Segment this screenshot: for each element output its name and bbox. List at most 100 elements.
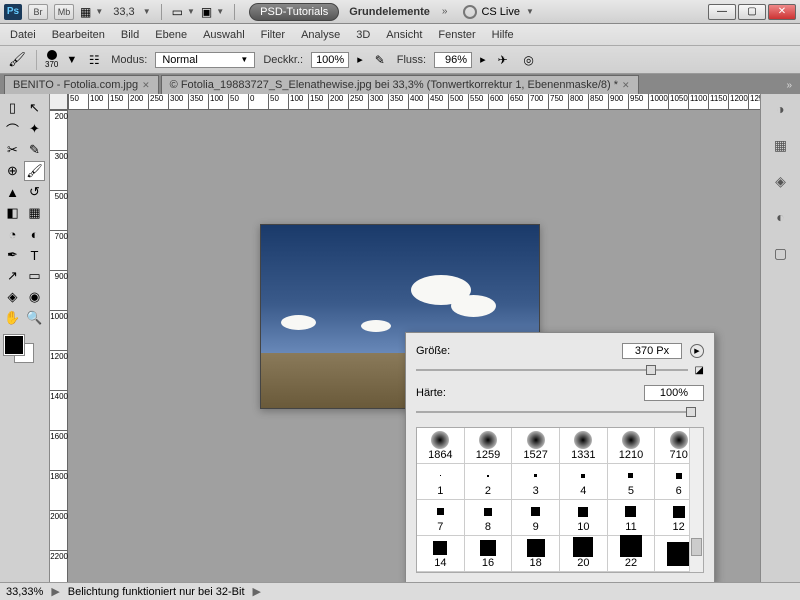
eraser-tool[interactable]: ◧ bbox=[2, 203, 23, 223]
menu-filter[interactable]: Filter bbox=[261, 29, 285, 41]
ruler-horizontal[interactable]: 5010015020025030035010050050100150200250… bbox=[68, 94, 760, 110]
minimize-button[interactable]: — bbox=[708, 4, 736, 20]
zoom-value[interactable]: 33,3 bbox=[113, 6, 134, 18]
blend-mode-dropdown[interactable]: Normal▼ bbox=[155, 52, 255, 68]
close-icon[interactable]: ✕ bbox=[142, 80, 150, 91]
eyedropper-tool[interactable]: ✎ bbox=[24, 140, 45, 160]
move-tool[interactable]: ▯ bbox=[2, 98, 23, 118]
gradient-tool[interactable]: ▦ bbox=[24, 203, 45, 223]
brush-preset[interactable]: 7 bbox=[417, 500, 465, 536]
brush-tool[interactable]: 🖌 bbox=[24, 161, 45, 181]
brush-preset[interactable]: 10 bbox=[560, 500, 608, 536]
arrange-dropdown[interactable]: ▭▼ bbox=[172, 5, 195, 19]
document-tab[interactable]: BENITO - Fotolia.com.jpg✕ bbox=[4, 75, 159, 94]
brush-preset[interactable]: 2 bbox=[465, 464, 513, 500]
crop-tool[interactable]: ✂ bbox=[2, 140, 23, 160]
masks-panel-icon[interactable]: ▢ bbox=[770, 244, 792, 262]
brush-preset[interactable]: 5 bbox=[608, 464, 656, 500]
brush-preset[interactable]: 1864 bbox=[417, 428, 465, 464]
menu-fenster[interactable]: Fenster bbox=[438, 29, 475, 41]
brush-preset[interactable]: 1210 bbox=[608, 428, 656, 464]
opacity-input[interactable]: 100% bbox=[311, 52, 349, 68]
menu-ebene[interactable]: Ebene bbox=[155, 29, 187, 41]
minibridge-button[interactable]: Mb bbox=[54, 4, 74, 20]
color-swatches[interactable] bbox=[4, 335, 46, 365]
workspace-sub[interactable]: Grundelemente bbox=[349, 6, 430, 18]
airbrush-icon[interactable]: ✈ bbox=[494, 51, 512, 69]
menu-auswahl[interactable]: Auswahl bbox=[203, 29, 245, 41]
tablet-pressure-icon[interactable]: ◎ bbox=[520, 51, 538, 69]
brush-preset[interactable]: 1331 bbox=[560, 428, 608, 464]
path-select-tool[interactable]: ↗ bbox=[2, 266, 23, 286]
cs-live[interactable]: CS Live ▼ bbox=[463, 5, 533, 19]
brush-preset[interactable]: 14 bbox=[417, 536, 465, 572]
opacity-pressure-icon[interactable]: ✎ bbox=[371, 51, 389, 69]
document-tab[interactable]: © Fotolia_19883727_S_Elenathewise.jpg be… bbox=[161, 75, 639, 94]
brush-hardness-input[interactable]: 100% bbox=[644, 385, 704, 401]
pen-tool[interactable]: ✒ bbox=[2, 245, 23, 265]
ruler-corner[interactable] bbox=[50, 94, 68, 110]
close-icon[interactable]: ✕ bbox=[622, 80, 630, 91]
brush-preset-picker[interactable]: 370 bbox=[45, 50, 58, 69]
brush-preset[interactable]: 16 bbox=[465, 536, 513, 572]
menu-hilfe[interactable]: Hilfe bbox=[492, 29, 514, 41]
lasso-tool[interactable]: ⌒ bbox=[2, 119, 23, 139]
maximize-button[interactable]: ▢ bbox=[738, 4, 766, 20]
workspace-main[interactable]: PSD-Tutorials bbox=[249, 3, 339, 21]
brush-size-input[interactable]: 370 Px bbox=[622, 343, 682, 359]
close-button[interactable]: ✕ bbox=[768, 4, 796, 20]
dodge-tool[interactable]: ◐ bbox=[24, 224, 45, 244]
magic-wand-tool[interactable]: ✦ bbox=[24, 119, 45, 139]
hand-tool[interactable]: ✋ bbox=[2, 308, 23, 328]
chevron-right-icon[interactable]: ▶ bbox=[51, 585, 59, 598]
status-zoom[interactable]: 33,33% bbox=[6, 586, 43, 598]
menu-bild[interactable]: Bild bbox=[121, 29, 139, 41]
layers-panel-icon[interactable]: ◈ bbox=[770, 172, 792, 190]
color-panel-icon[interactable]: ◑ bbox=[770, 100, 792, 118]
brush-panel-toggle[interactable]: ☷ bbox=[85, 51, 103, 69]
chevron-right-icon[interactable]: ▶ bbox=[253, 585, 261, 598]
menu-datei[interactable]: Datei bbox=[10, 29, 36, 41]
flyout-icon[interactable]: ▶ bbox=[690, 344, 704, 358]
workspace-more-icon[interactable]: » bbox=[442, 6, 448, 17]
healing-tool[interactable]: ⊕ bbox=[2, 161, 23, 181]
zoom-tool[interactable]: 🔍 bbox=[24, 308, 45, 328]
hardness-slider[interactable] bbox=[416, 405, 704, 419]
brush-preset[interactable]: 18 bbox=[512, 536, 560, 572]
brush-preset[interactable]: 1527 bbox=[512, 428, 560, 464]
tab-overflow[interactable]: » bbox=[778, 77, 800, 94]
stamp-tool[interactable]: ▲ bbox=[2, 182, 23, 202]
brush-preset[interactable]: 22 bbox=[608, 536, 656, 572]
blur-tool[interactable]: ◔ bbox=[2, 224, 23, 244]
brush-preset[interactable]: 11 bbox=[608, 500, 656, 536]
3d-tool[interactable]: ◈ bbox=[2, 287, 23, 307]
brush-preset[interactable]: 4 bbox=[560, 464, 608, 500]
new-preset-icon[interactable]: ◪ bbox=[695, 365, 704, 376]
shape-tool[interactable]: ▭ bbox=[24, 266, 45, 286]
brush-preset[interactable]: 3 bbox=[512, 464, 560, 500]
size-slider[interactable]: ◪ bbox=[416, 363, 704, 377]
screen-mode-dropdown[interactable]: ▣▼ bbox=[201, 5, 224, 19]
scrollbar[interactable] bbox=[689, 428, 703, 572]
3d-camera-tool[interactable]: ◉ bbox=[24, 287, 45, 307]
ruler-vertical[interactable]: 2003005007009001000120014001600180020002… bbox=[50, 110, 68, 582]
flow-input[interactable]: 96% bbox=[434, 52, 472, 68]
brush-preset[interactable]: 1259 bbox=[465, 428, 513, 464]
view-extras-dropdown[interactable]: ▦▼ bbox=[80, 5, 103, 19]
current-tool-icon[interactable]: 🖌 bbox=[6, 51, 28, 69]
brush-preset[interactable]: 20 bbox=[560, 536, 608, 572]
brush-preset[interactable]: 9 bbox=[512, 500, 560, 536]
adjustments-panel-icon[interactable]: ◐ bbox=[770, 208, 792, 226]
foreground-color[interactable] bbox=[4, 335, 24, 355]
brush-preset[interactable]: 8 bbox=[465, 500, 513, 536]
menu-3d[interactable]: 3D bbox=[356, 29, 370, 41]
menu-ansicht[interactable]: Ansicht bbox=[386, 29, 422, 41]
swatches-panel-icon[interactable]: ▦ bbox=[770, 136, 792, 154]
brush-preset[interactable]: 1 bbox=[417, 464, 465, 500]
menu-analyse[interactable]: Analyse bbox=[301, 29, 340, 41]
history-brush-tool[interactable]: ↺ bbox=[24, 182, 45, 202]
type-tool[interactable]: T bbox=[24, 245, 45, 265]
marquee-tool[interactable]: ↖ bbox=[24, 98, 45, 118]
bridge-button[interactable]: Br bbox=[28, 4, 48, 20]
menu-bearbeiten[interactable]: Bearbeiten bbox=[52, 29, 105, 41]
